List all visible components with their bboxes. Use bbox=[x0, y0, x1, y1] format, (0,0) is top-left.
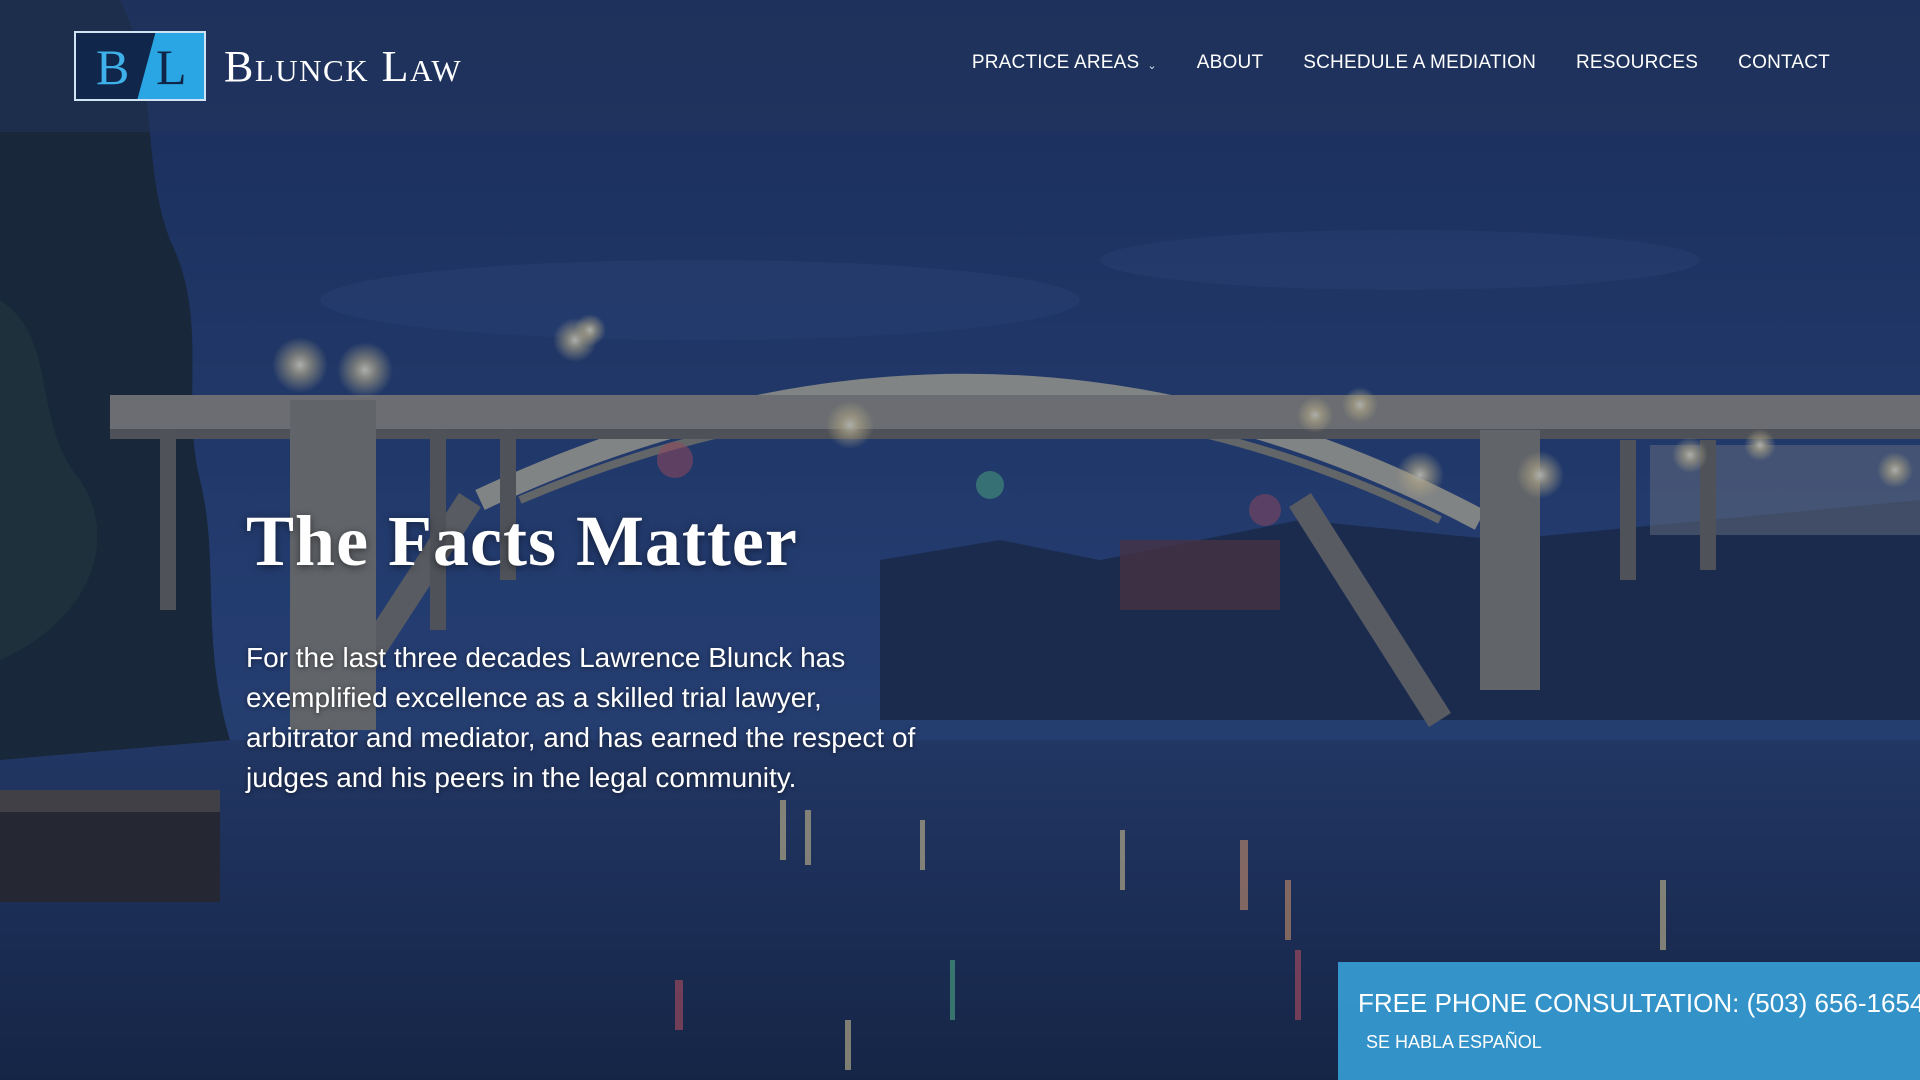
nav-practice-areas[interactable]: PRACTICE AREAS ⌄ bbox=[972, 52, 1157, 74]
logo-initial-b: B bbox=[96, 39, 130, 95]
hero-description: For the last three decades Lawrence Blun… bbox=[246, 642, 916, 793]
site-header: B L Blunck Law PRACTICE AREAS ⌄ ABOUT SC… bbox=[0, 0, 1920, 132]
nav-resources[interactable]: RESOURCES bbox=[1576, 52, 1698, 74]
nav-contact[interactable]: CONTACT bbox=[1738, 52, 1830, 74]
brand-name: Blunck Law bbox=[224, 41, 463, 91]
spanish-spoken-text: SE HABLA ESPAÑOL bbox=[1366, 1032, 1542, 1052]
logo-link[interactable]: B L Blunck Law bbox=[74, 30, 462, 102]
nav-schedule-mediation[interactable]: SCHEDULE A MEDIATION bbox=[1303, 52, 1536, 74]
logo-mark: B L bbox=[74, 31, 206, 101]
main-nav: PRACTICE AREAS ⌄ ABOUT SCHEDULE A MEDIAT… bbox=[972, 52, 1830, 74]
hero-title: The Facts Matter bbox=[246, 501, 798, 581]
nav-practice-areas-label: PRACTICE AREAS bbox=[971, 52, 1140, 73]
chevron-down-icon: ⌄ bbox=[1147, 60, 1157, 72]
nav-about[interactable]: ABOUT bbox=[1197, 52, 1263, 74]
phone-consultation-button[interactable]: FREE PHONE CONSULTATION: (503) 656-1654 … bbox=[1338, 962, 1920, 1080]
consultation-phone-text: FREE PHONE CONSULTATION: (503) 656-1654 bbox=[1358, 988, 1920, 1018]
logo-initial-l: L bbox=[156, 39, 187, 95]
